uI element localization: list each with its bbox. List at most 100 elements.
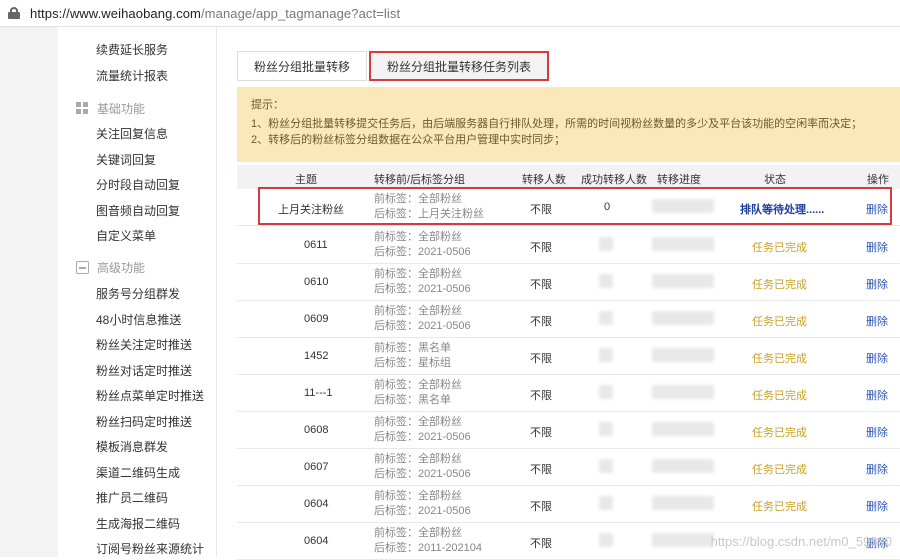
col-status: 状态 (764, 174, 786, 186)
tag-groups: 前标签：全部粉丝 后标签：2011-202104 (374, 526, 482, 556)
transfer-count: 不限 (530, 427, 552, 439)
table-header: 主题 转移前/后标签分组 转移人数 成功转移人数 转移进度 状态 操作 (237, 165, 900, 189)
table-row: 0608 前标签：全部粉丝 后标签：2021-0506 不限 任务已完成 删除 (237, 412, 900, 449)
task-status: 任务已完成 (752, 501, 807, 513)
transfer-count: 不限 (530, 390, 552, 402)
tag-before: 前标签：全部粉丝 (374, 527, 462, 539)
sidebar-item[interactable]: 服务号分组群发 (96, 285, 180, 302)
delete-link[interactable]: 删除 (866, 498, 888, 514)
task-status: 任务已完成 (752, 427, 807, 439)
sidebar-item[interactable]: 粉丝对话定时推送 (96, 362, 192, 379)
delete-link[interactable]: 删除 (866, 424, 888, 440)
sidebar-item[interactable]: 关注回复信息 (96, 125, 168, 142)
table-row: 0610 前标签：全部粉丝 后标签：2021-0506 不限 任务已完成 删除 (237, 264, 900, 301)
tag-after: 后标签：2021-0506 (374, 246, 471, 258)
sidebar-item[interactable]: 渠道二维码生成 (96, 464, 180, 481)
tab-transfer-task-list[interactable]: 粉丝分组批量转移任务列表 (369, 51, 550, 81)
tip-box: 提示： 1、粉丝分组批量转移提交任务后，由后端服务器自行排队处理，所需的时间视粉… (237, 87, 900, 162)
tag-groups: 前标签：全部粉丝 后标签：2021-0506 (374, 230, 471, 260)
sidebar-section-title: 基础功能 (76, 100, 145, 117)
tag-after: 后标签：2021-0506 (374, 505, 471, 517)
sidebar-item[interactable]: 图音频自动回复 (96, 202, 180, 219)
col-tags: 转移前/后标签分组 (374, 174, 466, 186)
transfer-count: 不限 (530, 501, 552, 513)
tag-before: 前标签：全部粉丝 (374, 416, 462, 428)
watermark: https://blog.csdn.net/m0_59890 (710, 534, 892, 549)
delete-link[interactable]: 删除 (866, 461, 888, 477)
tag-groups: 前标签：全部粉丝 后标签：2021-0506 (374, 304, 471, 334)
progress-bar (652, 274, 714, 288)
delete-link[interactable]: 删除 (866, 350, 888, 366)
delete-link[interactable]: 删除 (866, 276, 888, 292)
sidebar-item[interactable]: 推广员二维码 (96, 489, 168, 506)
sidebar-item[interactable]: 自定义菜单 (96, 227, 156, 244)
task-subject: 0604 (304, 535, 329, 547)
task-subject: 1452 (304, 350, 329, 362)
tag-after: 后标签：2021-0506 (374, 468, 471, 480)
task-status: 任务已完成 (752, 316, 807, 328)
progress-bar (652, 422, 714, 436)
main-content: 粉丝分组批量转移 粉丝分组批量转移任务列表 提示： 1、粉丝分组批量转移提交任务… (218, 27, 900, 560)
highlight-box (258, 187, 892, 225)
task-status: 任务已完成 (752, 390, 807, 402)
sidebar: 续费延长服务 流量统计报表基础功能关注回复信息 关键词回复分时段自动回复 图音频自动回… (0, 27, 217, 557)
sidebar-item[interactable]: 粉丝点菜单定时推送 (96, 387, 204, 404)
transfer-count: 不限 (530, 242, 552, 254)
transfer-count: 不限 (530, 279, 552, 291)
sidebar-item[interactable]: 续费延长服务 (96, 41, 168, 58)
lock-icon (8, 7, 20, 19)
message-icon (76, 261, 89, 274)
tag-groups: 前标签：全部粉丝 后标签：2021-0506 (374, 452, 471, 482)
tag-before: 前标签：全部粉丝 (374, 305, 462, 317)
tab-batch-transfer[interactable]: 粉丝分组批量转移 (237, 51, 368, 81)
table-row: 0611 前标签：全部粉丝 后标签：2021-0506 不限 任务已完成 删除 (237, 227, 900, 264)
progress-bar (652, 385, 714, 399)
delete-link[interactable]: 删除 (866, 239, 888, 255)
task-subject: 0611 (304, 239, 328, 251)
sidebar-section-title: 高级功能 (76, 259, 145, 276)
sidebar-item[interactable]: 流量统计报表 (96, 67, 168, 84)
sidebar-item[interactable]: 关键词回复 (96, 151, 156, 168)
transfer-count: 不限 (530, 353, 552, 365)
tag-after: 后标签：星标组 (374, 357, 451, 369)
transfer-count: 不限 (530, 464, 552, 476)
progress-bar (652, 496, 714, 510)
progress-bar (652, 348, 714, 362)
browser-url-bar[interactable]: https://www.weihaobang.com/manage/app_ta… (0, 0, 900, 27)
sidebar-item[interactable]: 生成海报二维码 (96, 515, 180, 532)
tag-before: 前标签：全部粉丝 (374, 453, 462, 465)
tag-groups: 前标签：黑名单 后标签：星标组 (374, 341, 451, 371)
task-status: 任务已完成 (752, 353, 807, 365)
sidebar-item[interactable]: 分时段自动回复 (96, 176, 180, 193)
col-op: 操作 (867, 174, 889, 186)
delete-link[interactable]: 删除 (866, 387, 888, 403)
transfer-count: 不限 (530, 538, 552, 550)
transfer-count: 不限 (530, 316, 552, 328)
url-text[interactable]: https://www.weihaobang.com/manage/app_ta… (30, 6, 400, 21)
tag-after: 后标签：2021-0506 (374, 283, 471, 295)
tag-groups: 前标签：全部粉丝 后标签：2021-0506 (374, 489, 471, 519)
sidebar-item[interactable]: 粉丝关注定时推送 (96, 336, 192, 353)
task-subject: 0610 (304, 276, 329, 288)
grid-icon (76, 102, 89, 115)
delete-link[interactable]: 删除 (866, 313, 888, 329)
tip-line: 1、粉丝分组批量转移提交任务后，由后端服务器自行排队处理，所需的时间视粉丝数量的… (251, 118, 863, 130)
sidebar-item[interactable]: 粉丝扫码定时推送 (96, 413, 192, 430)
sidebar-item[interactable]: 模板消息群发 (96, 438, 168, 455)
col-progress: 转移进度 (657, 174, 701, 186)
table-row: 1452 前标签：黑名单 后标签：星标组 不限 任务已完成 删除 (237, 338, 900, 375)
tab-bar: 粉丝分组批量转移 粉丝分组批量转移任务列表 (237, 51, 550, 81)
task-subject: 11---1 (304, 387, 333, 399)
progress-bar (652, 237, 714, 251)
tip-line: 2、转移后的粉丝标签分组数据在公众平台用户管理中实时同步； (251, 134, 566, 146)
sidebar-item[interactable]: 48小时信息推送 (96, 311, 181, 328)
tag-before: 前标签：黑名单 (374, 342, 451, 354)
tag-before: 前标签：全部粉丝 (374, 490, 462, 502)
tag-groups: 前标签：全部粉丝 后标签：2021-0506 (374, 415, 471, 445)
col-success: 成功转移人数 (581, 174, 647, 186)
task-status: 任务已完成 (752, 279, 807, 291)
tag-before: 前标签：全部粉丝 (374, 268, 462, 280)
progress-bar (652, 459, 714, 473)
tip-title: 提示： (251, 99, 284, 111)
sidebar-item[interactable]: 订阅号粉丝来源统计 (96, 540, 204, 557)
